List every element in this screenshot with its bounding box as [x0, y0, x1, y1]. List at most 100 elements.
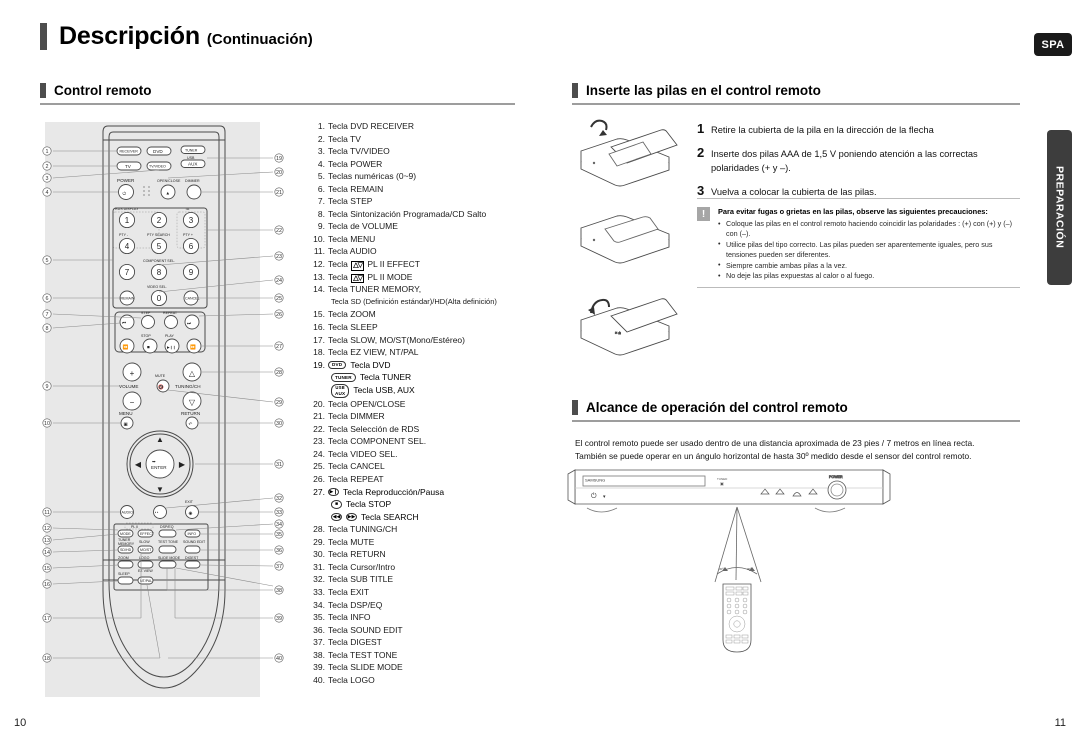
section-accent-bar — [40, 83, 46, 98]
svg-text:OPEN/CLOSE: OPEN/CLOSE — [157, 179, 181, 183]
key-number: 22. — [313, 423, 325, 434]
svg-text:RETURN: RETURN — [181, 411, 200, 416]
battery-steps-list: 1 Retire la cubierta de la pila en la dir… — [697, 122, 1020, 208]
key-number: 25. — [313, 461, 325, 472]
key-label: Tecla CANCEL — [328, 461, 385, 472]
key-number: 38. — [313, 649, 325, 660]
svg-text:32: 32 — [276, 496, 282, 502]
key-glyph-icon: ■ — [331, 500, 342, 509]
key-legend-item: 8. Tecla Sintonización Programada/CD Salt… — [313, 208, 528, 221]
svg-text:DSP/EQ: DSP/EQ — [160, 525, 174, 529]
dolby-logo-icon: △▽ — [351, 261, 364, 271]
key-number: 19. — [313, 359, 325, 370]
svg-text:RECEIVER: RECEIVER — [120, 150, 139, 154]
svg-text:TEST TONE: TEST TONE — [158, 540, 179, 544]
svg-text:37: 37 — [276, 564, 282, 570]
key-legend-item: 17. Tecla SLOW, MO/ST(Mono/Estéreo) — [313, 334, 528, 347]
section-divider — [572, 103, 1020, 105]
svg-text:30: 30 — [276, 421, 282, 427]
step-text: Vuelva a colocar la cubierta de las pila… — [711, 187, 877, 197]
key-legend-item: 15. Tecla ZOOM — [313, 308, 528, 321]
key-legend-item: 14. Tecla TUNER MEMORY, — [313, 283, 528, 296]
key-label: Tecla STEP — [328, 196, 373, 207]
svg-text:39: 39 — [276, 616, 282, 622]
title-accent-bar — [40, 23, 47, 50]
key-glyph-icon: ▶❙ — [328, 487, 339, 497]
key-legend-item: USB AUX Tecla USB, AUX — [313, 383, 528, 398]
key-label: Tecla Selección de RDS — [328, 423, 420, 434]
svg-text:COMPONENT SEL.: COMPONENT SEL. — [143, 259, 175, 263]
svg-text:REMAIN: REMAIN — [121, 297, 135, 301]
key-label: Tecla EXIT — [328, 586, 370, 597]
svg-text:34: 34 — [276, 522, 282, 528]
key-sublabel: Tecla SD (Definición estándar)/HD(Alta d… — [331, 296, 497, 306]
key-label: Tecla REMAIN — [328, 183, 384, 194]
svg-text:26: 26 — [276, 312, 282, 318]
section-accent-bar — [572, 83, 578, 98]
svg-text:29: 29 — [276, 400, 282, 406]
svg-text:20: 20 — [276, 170, 282, 176]
key-label: Tecla USB, AUX — [353, 385, 415, 396]
section-accent-bar — [572, 400, 578, 415]
key-label: Tecla DIMMER — [328, 411, 385, 422]
svg-text:⏪: ⏪ — [123, 344, 129, 351]
key-label: Tecla DIGEST — [328, 637, 382, 648]
svg-text:MENU: MENU — [119, 411, 133, 416]
svg-text:▽: ▽ — [189, 398, 196, 407]
svg-text:10: 10 — [44, 421, 50, 427]
key-number: 27. — [313, 486, 325, 497]
key-legend-item: 37. Tecla DIGEST — [313, 636, 528, 649]
key-number: 18. — [313, 347, 325, 358]
caution-item: Siempre cambie ambas pilas a la vez. — [718, 260, 1020, 271]
svg-text:PLAY: PLAY — [165, 334, 175, 338]
svg-text:0: 0 — [157, 294, 162, 303]
key-legend-item: 20. Tecla OPEN/CLOSE — [313, 398, 528, 411]
svg-text:38: 38 — [276, 588, 282, 594]
key-number: 36. — [313, 624, 325, 635]
key-legend-item: 6. Tecla REMAIN — [313, 183, 528, 196]
navigation-cluster: MENU ▣ RETURN ↶ ➥ ENTER ▲ ▼ ◀ ▶ — [119, 411, 200, 498]
page-title-sub: (Continuación) — [206, 31, 313, 48]
key-legend-item: 26. Tecla REPEAT — [313, 473, 528, 486]
key-legend-item: 24. Tecla VIDEO SEL. — [313, 448, 528, 461]
svg-text:STEP: STEP — [141, 311, 151, 315]
key-label: Tecla EZ VIEW, NT/PAL — [328, 347, 419, 358]
key-label: Tecla △▽ PL II MODE — [328, 271, 413, 284]
svg-text:LOGO: LOGO — [139, 556, 150, 560]
key-label: Tecla △▽ PL II EFFECT — [328, 259, 420, 271]
key-pill-icon: USB AUX — [331, 383, 350, 398]
key-legend-item: 34. Tecla DSP/EQ — [313, 599, 528, 612]
key-legend-item: 40. Tecla LOGO — [313, 674, 528, 687]
step-text: Inserte dos pilas AAA de 1,5 V poniendo … — [711, 149, 978, 173]
svg-text:PL II: PL II — [131, 525, 138, 529]
svg-text:▶❙❙: ▶❙❙ — [167, 345, 176, 350]
key-label: Tecla ZOOM — [328, 309, 376, 320]
key-label: Tecla SLIDE MODE — [328, 662, 403, 673]
key-label: Tecla TV — [328, 133, 361, 144]
key-label: Tecla STOP — [346, 499, 392, 510]
svg-text:△: △ — [189, 369, 196, 378]
key-label: Tecla SLOW, MO/ST(Mono/Estéreo) — [328, 334, 465, 345]
key-number: 26. — [313, 474, 325, 485]
svg-text:5: 5 — [46, 258, 49, 264]
svg-text:⏩: ⏩ — [190, 344, 196, 351]
svg-text:SOUND EDIT: SOUND EDIT — [183, 540, 206, 544]
svg-text:TV/VIDEO: TV/VIDEO — [149, 165, 166, 169]
svg-text:MODE: MODE — [120, 532, 131, 536]
svg-text:6: 6 — [189, 242, 194, 251]
svg-text:⏮: ⏮ — [122, 321, 126, 326]
page-number-right: 11 — [1054, 717, 1066, 729]
battery-step: 3 Vuelva a colocar la cubierta de las pil… — [697, 184, 1020, 199]
key-legend-item: 25. Tecla CANCEL — [313, 460, 528, 473]
svg-text:8: 8 — [157, 268, 162, 277]
caution-item-list: Coloque las pilas en el control remoto h… — [718, 219, 1020, 282]
svg-text:+: + — [130, 369, 135, 378]
section-title: Control remoto — [54, 83, 152, 98]
svg-text:⏭: ⏭ — [187, 321, 191, 326]
step-text: Retire la cubierta de la pila en la dire… — [711, 125, 934, 135]
svg-text:2: 2 — [157, 216, 162, 225]
key-number: 15. — [313, 309, 325, 320]
svg-text:40: 40 — [276, 656, 282, 662]
svg-text:CANCEL: CANCEL — [185, 297, 200, 301]
key-label: Tecla TUNING/CH — [328, 524, 398, 535]
